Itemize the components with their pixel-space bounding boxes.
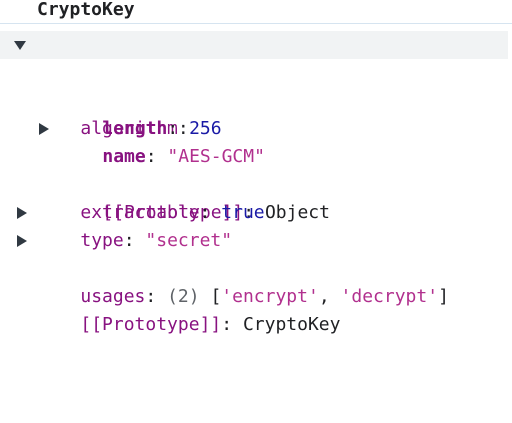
tree-row-usages[interactable]: usages: (2) ['encrypt', 'decrypt'] xyxy=(0,199,449,307)
tree-row-extractable: extractable: true xyxy=(0,143,264,223)
property-value-name: "AES-GCM" xyxy=(167,146,265,167)
colon: : xyxy=(221,314,233,335)
array-close-bracket: ] xyxy=(438,286,449,307)
property-key-name: name xyxy=(102,146,146,167)
triangle-down-icon[interactable] xyxy=(13,31,27,59)
object-header: CryptoKey xyxy=(0,0,512,24)
colon: : xyxy=(145,146,157,167)
array-item-decrypt: 'decrypt' xyxy=(340,286,439,307)
triangle-right-icon[interactable] xyxy=(15,227,29,255)
tree-row-prototype[interactable]: [[Prototype]]: CryptoKey xyxy=(0,227,340,335)
property-value-type: "secret" xyxy=(145,230,233,251)
object-title: CryptoKey xyxy=(37,0,135,20)
triangle-right-icon[interactable] xyxy=(15,199,29,227)
property-key-prototype: [[Prototype]] xyxy=(80,314,222,335)
triangle-right-icon[interactable] xyxy=(37,115,51,143)
tree-row-algorithm[interactable]: algorithm: xyxy=(0,31,508,139)
colon: : xyxy=(123,230,135,251)
property-key-type: type xyxy=(80,230,124,251)
property-value-prototype: CryptoKey xyxy=(242,314,341,335)
tree-row-type: type: "secret" xyxy=(0,171,232,251)
property-value-prototype: Object xyxy=(264,202,330,223)
tree-row-algorithm-prototype[interactable]: [[Prototype]]: Object xyxy=(0,115,330,223)
tree-row-length: length: 256 xyxy=(0,59,221,139)
tree-row-name: name: "AES-GCM" xyxy=(0,87,265,167)
